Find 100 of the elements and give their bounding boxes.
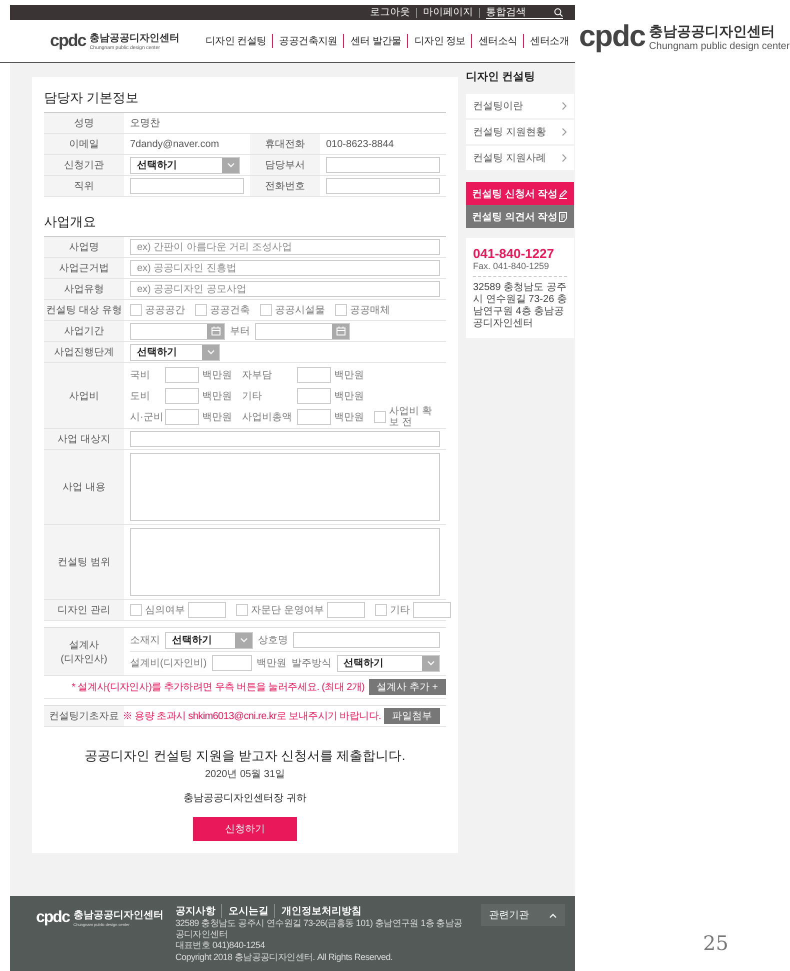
add-designer-button[interactable]: 설계사 추가 + xyxy=(368,679,446,695)
input-field[interactable] xyxy=(212,655,252,671)
input-field[interactable]: ex) 공공디자인 진흥법 xyxy=(130,260,440,276)
budget-label: 기타 xyxy=(242,390,263,402)
calendar-button[interactable] xyxy=(332,324,349,338)
field-label: 컨설팅 범위 xyxy=(44,525,124,599)
field-label: 사업기간 xyxy=(44,321,124,341)
unit-label: 백만원 xyxy=(334,368,365,382)
select-field[interactable]: 선택하기 xyxy=(165,632,253,648)
select-field[interactable]: 선택하기 xyxy=(336,654,440,672)
input-field[interactable] xyxy=(326,157,440,173)
logo-name: 충남공공디자인센터 xyxy=(649,22,776,40)
checkbox[interactable] xyxy=(260,304,272,316)
budget-label: 도비 xyxy=(130,390,151,402)
nav-item[interactable]: 디자인 컨설팅 xyxy=(200,34,272,48)
checkbox[interactable] xyxy=(335,304,347,316)
checkbox-label: 공공건축 xyxy=(210,304,250,317)
section-title: 담당자 기본정보 xyxy=(44,89,140,107)
footer-link[interactable]: 오시는길 xyxy=(221,904,274,918)
field-label: 컨설팅기초자료 xyxy=(44,706,124,726)
submit-button[interactable]: 신청하기 xyxy=(193,817,297,841)
field-value: 7dandy@naver.com xyxy=(130,138,220,150)
footer-link[interactable]: 공지사항 xyxy=(175,904,222,918)
footer-link[interactable]: 개인정보처리방침 xyxy=(274,904,368,918)
input-field[interactable]: ex) 공공디자인 공모사업 xyxy=(130,281,440,297)
calendar-icon xyxy=(336,326,346,336)
checkbox[interactable] xyxy=(236,604,248,616)
date-field[interactable] xyxy=(255,322,350,340)
sidebar-title: 디자인 컨설팅 xyxy=(466,70,536,84)
input-field[interactable] xyxy=(326,178,440,194)
nav-item[interactable]: 디자인 정보 xyxy=(407,34,472,48)
input-field[interactable] xyxy=(412,602,451,618)
input-field[interactable] xyxy=(297,388,331,404)
search-icon[interactable] xyxy=(554,8,563,16)
field-label: 사업비 xyxy=(44,363,124,428)
input-field[interactable] xyxy=(326,602,365,618)
page-number: 25 xyxy=(703,931,730,955)
input-field[interactable] xyxy=(293,632,440,648)
checkbox[interactable] xyxy=(130,304,142,316)
nav-item[interactable]: 공공건축지원 xyxy=(272,34,344,48)
field-label: 이메일 xyxy=(44,134,124,154)
field-label: 성명 xyxy=(44,113,124,133)
caret-icon xyxy=(240,638,248,642)
field-label: 사업명 xyxy=(44,237,124,257)
unit-label: 백만원 xyxy=(202,410,233,424)
fax-number: Fax. 041-840-1259 xyxy=(473,261,567,277)
input-field[interactable] xyxy=(297,408,331,424)
copyright-text: Copyright 2018 충남공공디자인센터. All Rights Reserved. xyxy=(175,952,394,963)
calendar-button[interactable] xyxy=(207,324,224,338)
search-field[interactable]: 통합검색 xyxy=(486,6,550,18)
top-link[interactable]: 로그아웃 xyxy=(364,8,417,18)
logo-subtitle: Chungnam public design center xyxy=(649,40,790,52)
text-area[interactable] xyxy=(130,528,440,596)
sidebar-action[interactable]: 컨설팅 신청서 작성 xyxy=(466,182,574,205)
section-title: 사업개요 xyxy=(44,213,97,231)
top-link[interactable]: 마이페이지 xyxy=(417,8,480,18)
sidebar-item[interactable]: 컨설팅 지원현황 xyxy=(466,120,574,144)
input-field[interactable] xyxy=(165,388,199,404)
unit-label: 백만원 xyxy=(202,390,233,402)
chevron-right-icon xyxy=(562,128,567,136)
logo-mark: cpdc xyxy=(36,908,70,926)
date-text: 2020년 05월 31일 xyxy=(204,768,286,781)
sidebar-item[interactable]: 컨설팅이란 xyxy=(466,94,574,118)
date-field[interactable] xyxy=(130,322,225,340)
checkbox[interactable] xyxy=(130,604,142,616)
select-field[interactable]: 선택하기 xyxy=(130,156,240,174)
field-label: 발주방식 xyxy=(292,657,332,670)
budget-label: 시·군비 xyxy=(130,410,162,424)
budget-label: 사업비총액 xyxy=(242,410,293,424)
checkbox[interactable] xyxy=(195,304,207,316)
text-area[interactable] xyxy=(130,453,440,521)
attach-file-button[interactable]: 파일첨부 xyxy=(384,708,440,724)
nav-item[interactable]: 센터 발간물 xyxy=(343,34,408,48)
input-field[interactable] xyxy=(165,366,199,382)
phone-text: 대표번호 041)840-1254 xyxy=(175,940,266,951)
nav-item[interactable]: 센터소개 xyxy=(523,34,575,48)
input-field[interactable]: ex) 간판이 아름다운 거리 조성사업 xyxy=(130,239,440,255)
field-label: 직위 xyxy=(44,176,124,196)
select-field[interactable]: 선택하기 xyxy=(130,344,220,360)
related-sites-dropdown[interactable]: 관련기관 xyxy=(481,904,565,926)
note-text: * 설계사(디자인사)를 추가하려면 우측 버튼을 눌러주세요. (최대 2개) xyxy=(72,681,365,694)
checkbox[interactable] xyxy=(374,410,386,422)
recipient-text: 충남공공디자인센터장 귀하 xyxy=(184,792,306,805)
caret-icon xyxy=(549,912,557,918)
sidebar-item[interactable]: 컨설팅 지원사례 xyxy=(466,146,574,170)
nav-item[interactable]: 센터소식 xyxy=(471,34,524,48)
checkbox-label: 공공시설물 xyxy=(275,304,325,317)
checkbox-label: 사업비 확보 전 xyxy=(389,406,433,428)
input-field[interactable] xyxy=(188,602,226,618)
input-field[interactable] xyxy=(130,178,244,194)
checkbox[interactable] xyxy=(374,604,387,616)
input-field[interactable] xyxy=(297,366,331,382)
field-label: 디자인 관리 xyxy=(44,600,124,620)
sidebar-action[interactable]: 컨설팅 의견서 작성 xyxy=(466,205,574,228)
field-label: 사업 내용 xyxy=(44,450,124,524)
input-field[interactable] xyxy=(165,408,199,424)
input-field[interactable] xyxy=(130,431,440,447)
document-icon xyxy=(558,212,568,222)
calendar-icon xyxy=(210,326,220,336)
phone-number: 041-840-1227 xyxy=(473,246,555,261)
